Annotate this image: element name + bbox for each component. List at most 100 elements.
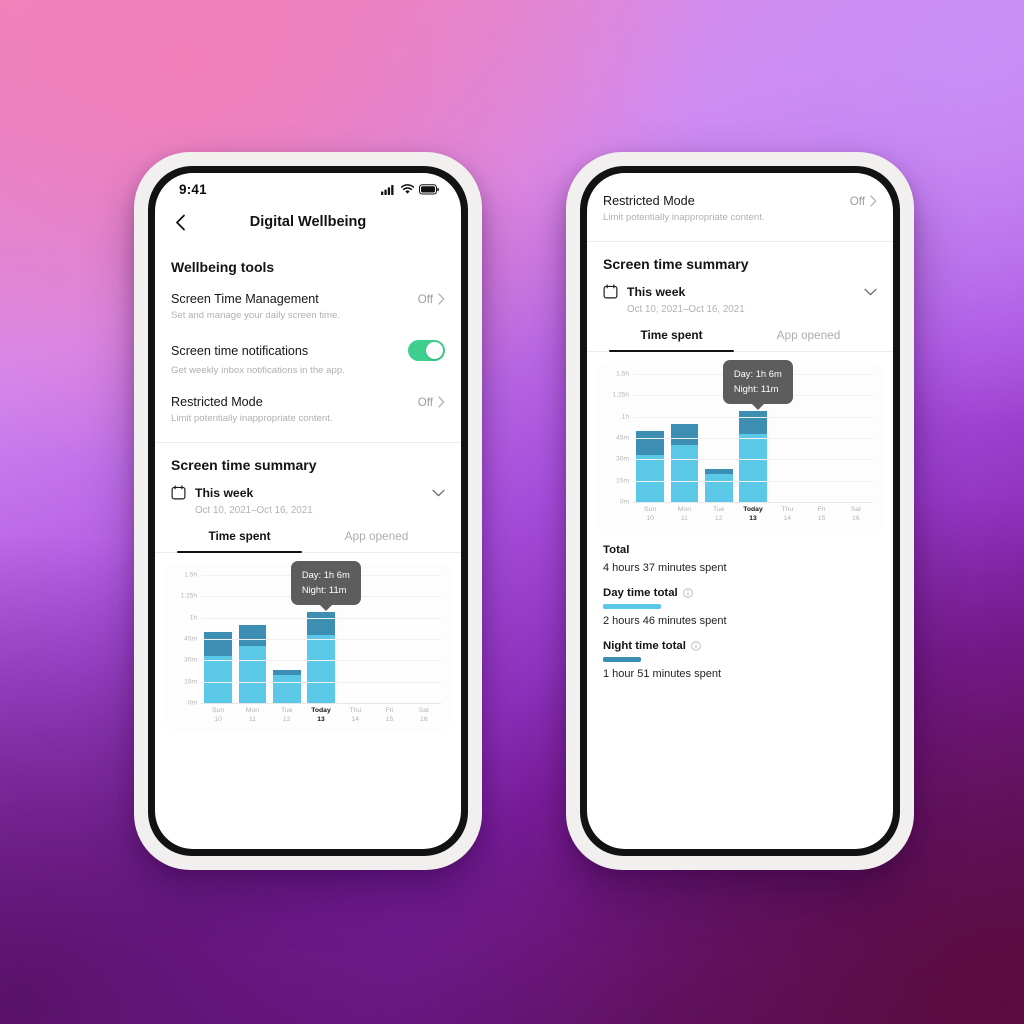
grid-line [201,660,441,662]
tooltip-pointer [750,403,765,411]
chevron-down-icon[interactable] [864,288,877,296]
x-tick-date: 14 [783,514,792,522]
grid-line [633,502,873,503]
row-label: Restricted Mode [171,395,263,409]
calendar-icon [171,485,186,500]
y-axis: 1.5h 1.25h 1h 45m 30m 15m 0m [603,370,633,506]
row-screen-time-notifications[interactable]: Screen time notifications Get weekly inb… [155,333,461,388]
y-axis-tick: 1.25h [612,391,629,399]
week-label: This week [195,485,254,500]
total-block-day: Day time total 2 hours 46 minutes spent [603,587,877,627]
y-axis-tick: 0m [619,498,629,506]
x-axis-tick: Sun 10 [636,506,664,524]
tab-time-spent[interactable]: Time spent [603,328,740,352]
chevron-down-icon[interactable] [432,489,445,497]
y-axis: 1.5h 1.25h 1h 45m 30m 15m 0m [171,571,201,707]
x-axis-tick: Tue 12 [273,707,301,725]
tab-app-opened[interactable]: App opened [740,328,877,351]
cellular-signal-icon [381,184,394,195]
battery-icon [419,183,439,194]
x-tick-day: Tue [280,707,293,714]
chevron-right-icon [870,195,877,207]
info-icon[interactable] [682,587,693,598]
x-axis-tick: Mon 11 [671,506,699,524]
bar-segment-day [704,473,733,502]
x-axis-tick: Fri 15 [376,707,404,725]
nav-bar: Digital Wellbeing [155,203,461,241]
x-axis-tick: Fri 15 [808,506,836,524]
total-block-overall: Total 4 hours 37 minutes spent [603,544,877,574]
legend-swatch-night [603,656,641,662]
phone-mockup-right: Restricted Mode Off Limit potentially in… [566,152,914,870]
x-axis-tick: Tue 12 [705,506,733,524]
x-tick-day: Sat [418,707,429,714]
x-tick-day: Mon [677,506,692,513]
bar-segment-night [307,611,335,635]
phone-mockup-left: 9:41 Digital Wellbeing Wellbeing tools S… [134,152,482,870]
tab-app-opened[interactable]: App opened [308,529,445,552]
row-label: Screen time notifications [171,343,309,358]
back-chevron-icon[interactable] [171,213,189,231]
summary-tabs: Time spent App opened [155,529,461,553]
chevron-right-icon [438,293,445,305]
row-restricted-mode-right[interactable]: Restricted Mode Off Limit potentially in… [587,187,893,235]
wellbeing-tools-heading: Wellbeing tools [171,259,275,275]
total-heading-label: Total [603,543,630,556]
bar-segment-day [636,455,664,502]
y-axis-tick: 30m [184,656,197,664]
y-axis-tick: 1.5h [184,571,197,579]
y-axis-tick: 15m [184,678,197,686]
toggle-knob [426,342,443,359]
row-screen-time-management[interactable]: Screen Time Management Off Set and manag… [155,285,461,333]
x-tick-day: Fri [385,707,394,714]
bar-segment-night [739,410,767,434]
x-axis-tick: Sun 10 [204,707,232,725]
chart-tooltip: Day: 1h 6m Night: 11m [722,360,793,411]
x-tick-day: Sat [850,506,861,513]
screen-time-chart-right: Day: 1h 6m Night: 11m 1.5h 1.25h 1h 45m 30m 1… [597,360,883,530]
x-tick-date: 11 [248,715,256,723]
week-range: Oct 10, 2021–Oct 16, 2021 [627,304,745,315]
tab-time-spent[interactable]: Time spent [171,529,308,553]
row-value: Off [417,395,433,409]
x-axis-tick: Today 13 [739,506,767,524]
total-heading-label: Night time total [603,639,686,652]
y-axis-tick: 45m [184,635,197,643]
grid-line [633,459,873,461]
status-icons [381,183,439,195]
total-heading: Day time total [603,587,877,599]
bar-segment-night [636,430,664,456]
screen-time-notifications-toggle[interactable] [408,340,445,361]
x-tick-day: Thu [349,707,362,714]
bar-segment-day [670,445,699,502]
screen-time-chart-left: Day: 1h 6m Night: 11m 1.5h 1.25h 1h 45m 30m 1… [165,561,451,731]
x-axis-tick: Thu 14 [773,506,801,524]
week-picker[interactable]: This week [587,282,893,299]
grid-line [201,617,441,619]
grid-line [633,438,873,439]
bar-segment-night [204,631,232,657]
x-axis-tick: Sat 16 [842,506,870,524]
y-axis-tick: 1h [189,614,197,622]
x-tick-date: 11 [680,514,688,522]
x-axis-tick: Sat 16 [410,707,438,725]
x-tick-day: Sun [644,506,657,513]
x-tick-date: 15 [817,514,826,522]
row-value: Off [849,194,865,208]
x-tick-date: 12 [282,715,291,723]
row-subtitle: Limit potentially inappropriate content. [603,212,765,223]
chart-tooltip: Day: 1h 6m Night: 11m [290,561,361,612]
total-heading-label: Day time total [603,586,678,599]
screen-time-summary-heading: Screen time summary [603,256,749,272]
y-axis-tick: 1.5h [616,370,629,378]
info-icon[interactable] [691,640,701,651]
x-axis: Sun 10 Mon 11 Tue 12 Today 13 Thu 14 Fri 15 Sat 16 [171,707,441,725]
total-value: 1 hour 51 minutes spent [603,667,722,680]
week-picker[interactable]: This week [155,483,461,500]
x-tick-day: Sun [212,707,225,714]
x-tick-date: 10 [214,715,222,723]
bar-segment-night [238,624,267,647]
x-tick-date: 10 [646,514,654,522]
row-restricted-mode[interactable]: Restricted Mode Off Limit potentially in… [155,388,461,436]
x-tick-day: Fri [817,506,826,513]
